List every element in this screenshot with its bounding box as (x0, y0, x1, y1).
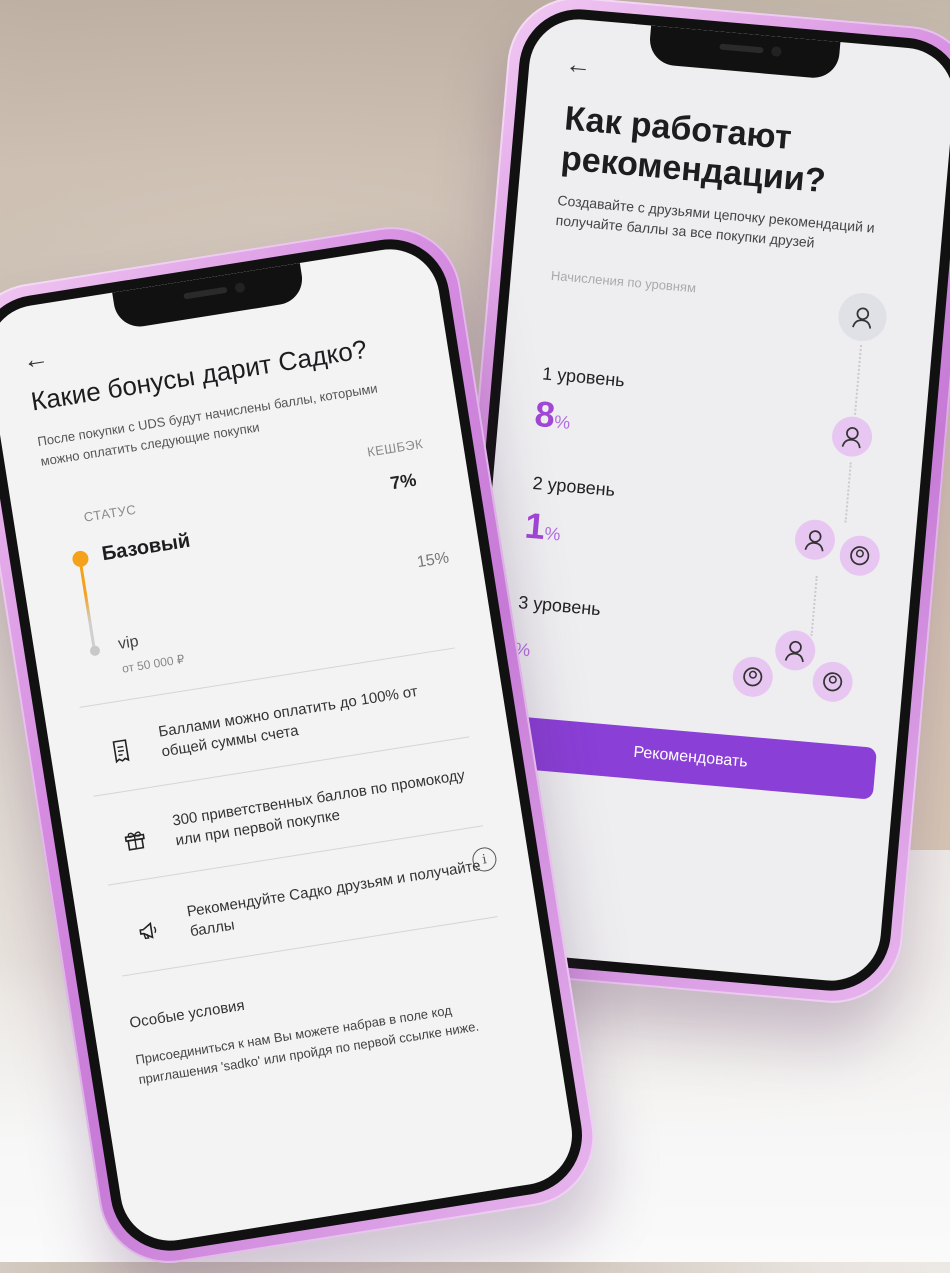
status-column-header: СТАТУС (82, 501, 138, 525)
user-avatar-icon (836, 291, 889, 344)
chain-connector (854, 344, 865, 416)
level-1-value: 8% (533, 392, 572, 436)
friend-avatar-icon (731, 655, 775, 699)
receipt-icon (105, 735, 137, 767)
megaphone-icon (133, 915, 165, 947)
feature-text: 300 приветственных баллов по промокоду и… (171, 766, 467, 850)
status-marker-inactive (89, 645, 101, 657)
friend-avatar-icon (838, 534, 882, 578)
cashback-basic: 7% (388, 469, 418, 494)
feature-text: Рекомендуйте Садко друзьям и получайте б… (185, 857, 482, 941)
friend-avatar-icon (793, 518, 837, 562)
status-vip: vip (116, 632, 140, 653)
level-3-name: 3 уровень (517, 592, 602, 620)
status-basic: Базовый (100, 529, 192, 566)
gift-icon (119, 824, 151, 856)
level-2-name: 2 уровень (531, 472, 616, 501)
status-progress-line (79, 564, 96, 649)
status-vip-condition: от 50 000 ₽ (121, 652, 186, 676)
friend-avatar-icon (810, 660, 855, 704)
recommend-button[interactable]: Рекомендовать (503, 715, 878, 800)
arrow-left-icon[interactable]: ← (20, 342, 51, 377)
levels-header: Начисления по уровням (550, 267, 697, 296)
cashback-vip: 15% (415, 549, 451, 572)
friend-avatar-icon (830, 414, 874, 459)
chain-connector (810, 575, 820, 637)
special-conditions-header: Особые условия (128, 996, 246, 1032)
feature-text: Баллами можно оплатить до 100% от общей … (157, 682, 419, 761)
cashback-column-header: КЕШБЭК (366, 436, 425, 460)
level-2-value: 1% (523, 504, 562, 548)
level-1-name: 1 уровень (541, 363, 626, 391)
chain-connector (844, 462, 854, 523)
divider (122, 916, 498, 977)
arrow-left-icon[interactable]: ← (564, 48, 593, 81)
page-title: Как работают рекомендации? (559, 99, 828, 201)
